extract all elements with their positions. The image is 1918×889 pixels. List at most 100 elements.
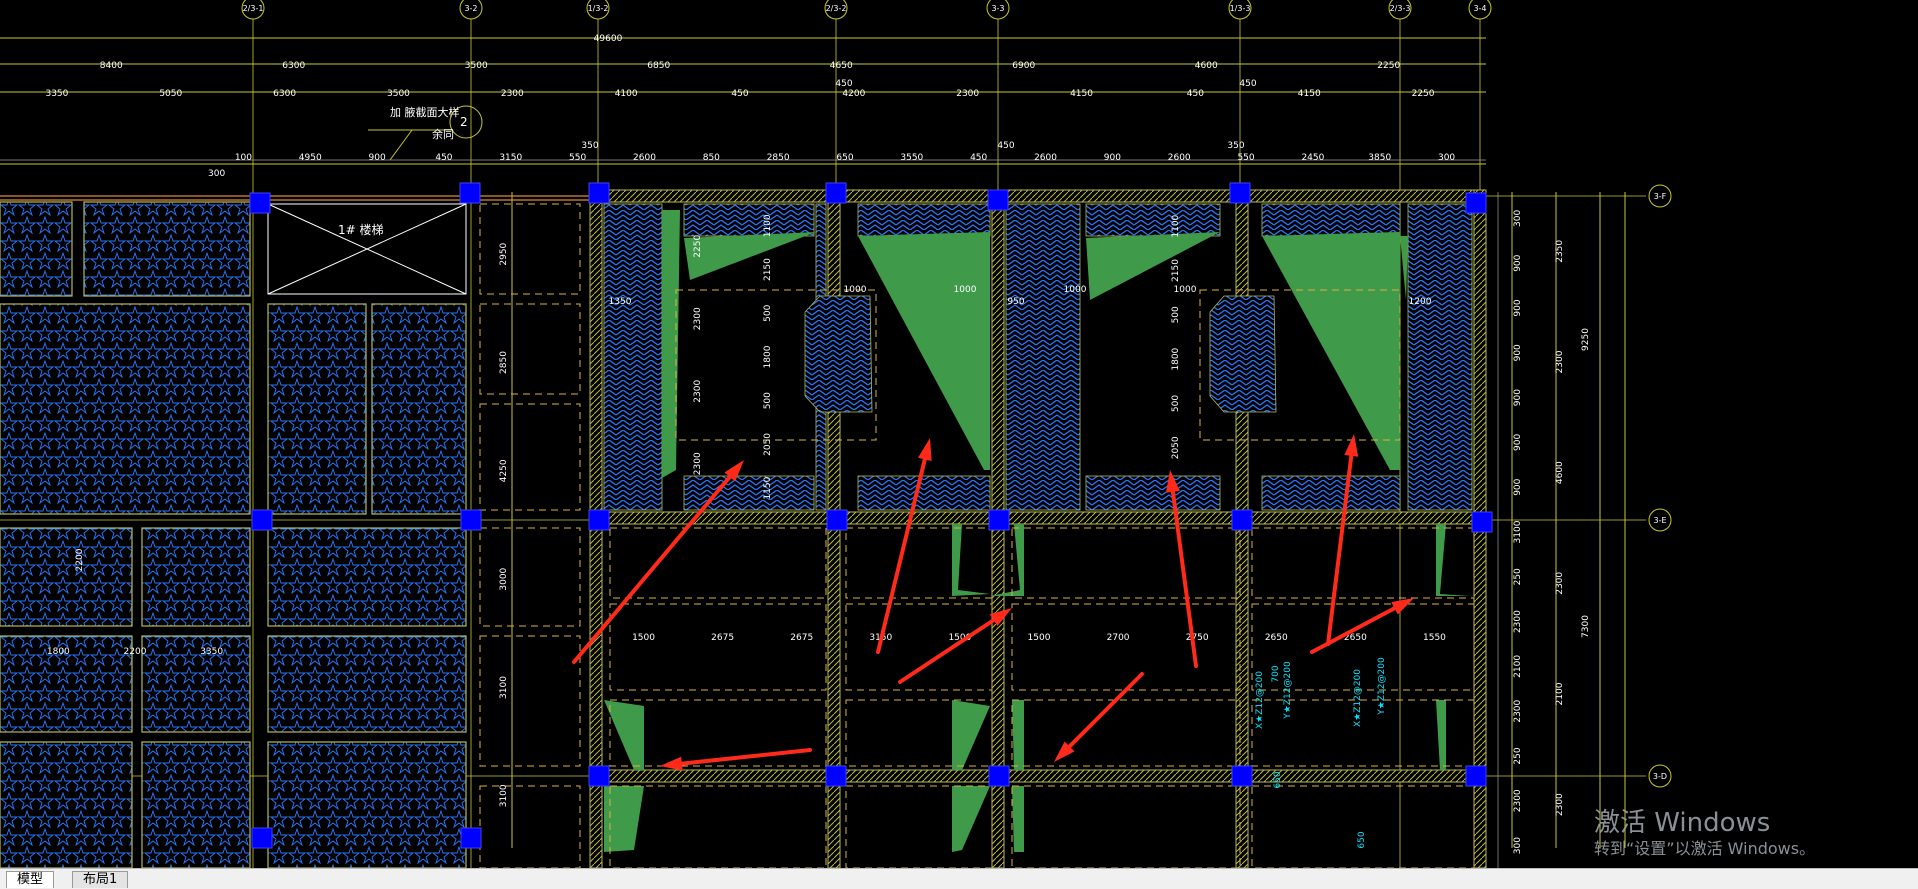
dimension-row-2: 3500 [387,89,410,99]
right-dimension-col-1: 900 [1513,478,1523,495]
axis-label-top: 3-2 [464,4,477,13]
column [1231,509,1253,531]
dimension-row-3: 3850 [1368,153,1391,163]
dimension-row-1: 4600 [1195,61,1218,71]
inner-vertical-dimension: 2150 [763,258,773,281]
stair-label: 1# 楼梯 [338,222,384,237]
left-vertical-dimension: 3000 [499,567,509,590]
tab-layout-1[interactable]: 布局1 [72,871,129,888]
column [588,509,610,531]
inner-vertical-dimension: 1800 [763,345,773,368]
cad-drawing-canvas[interactable]: 2/3-1 3-2 1/3-2 2/3-2 3-3 1/3-3 2/3-3 3-4 3-F 3-E… [0,0,1918,869]
pit-pair-dimension: 1000 [954,285,977,295]
bottom-row-dimension: 2675 [790,633,813,643]
left-vertical-dimension: 2850 [499,351,509,374]
inner-vertical-dimension: 2050 [763,433,773,456]
left-vertical-dimension: 2950 [499,242,509,265]
layout-tab-bar: 模型 布局1 [0,868,1918,889]
pit-pair-dimension: 1000 [1064,285,1087,295]
dimension-row-2-top: 450 [835,79,852,89]
inner-vertical-dimension: 1100 [763,214,773,237]
dimension-row-3: 550 [1237,153,1254,163]
bottom-row-dimension: 1550 [1423,633,1446,643]
dimension-row-3: 4950 [299,153,322,163]
column [988,765,1010,787]
red-annotation-arrow [1310,606,1397,654]
dimension-row-3-top: 450 [997,141,1014,151]
dimension-row-3: 2850 [767,153,790,163]
dimension-row-3-top: 350 [1227,141,1244,151]
rebar-annotation: Y★Z12@200 [1377,657,1387,716]
inner-vertical-dimension-2: 2050 [1171,436,1181,459]
axis-label-top: 3-4 [1473,4,1486,13]
windows-activation-watermark: 激活 Windows 转到“设置”以激活 Windows。 [1594,808,1815,860]
column [459,182,481,204]
dimension-row-2: 2300 [501,89,524,99]
column [588,765,610,787]
watermark-title: 激活 Windows [1594,808,1771,838]
dimension-row-1: 6900 [1012,61,1035,71]
right-dimension-col-1: 2100 [1513,655,1523,678]
axis-label-top: 1/3-3 [1230,4,1251,13]
rebar-annotation: 650 [1357,831,1367,848]
column [588,182,610,204]
left-vertical-dimension: 4250 [499,459,509,482]
red-annotation-arrow [898,618,996,684]
pit-left-dimension: 2250 [693,235,703,258]
inner-vertical-dimension: 500 [763,304,773,321]
pit-pair-dimension: 1000 [1174,285,1197,295]
inner-vertical-dimension-2: 1800 [1171,347,1181,370]
dimension-row-3: 450 [435,153,452,163]
dimension-row-3: 3150 [499,153,522,163]
dimension-row-2: 450 [731,89,748,99]
right-dimension-col-1: 900 [1513,299,1523,316]
tab-model[interactable]: 模型 [6,871,55,888]
dimension-row-1: 6300 [282,61,305,71]
dimension-row-2: 3350 [45,89,68,99]
column [825,182,847,204]
rebar-annotation: X★Z12@200 [1353,669,1363,727]
red-annotation-arrow [1067,672,1144,749]
watermark-subtitle: 转到“设置”以激活 Windows。 [1594,839,1816,858]
column [987,189,1009,211]
left-bottom-row-dimension: 2200 [124,647,147,657]
dimension-row-1: 6850 [647,61,670,71]
right-dimension-col-2: 2100 [1555,682,1565,705]
dimension-row-2: 4200 [842,89,865,99]
bottom-row-dimension: 2675 [711,633,734,643]
dimension-row-2-top: 450 [1239,79,1256,89]
column [1229,182,1251,204]
rebar-annotation: 700 [1271,665,1281,682]
column [251,509,273,531]
right-dimension-col-1: 900 [1513,254,1523,271]
dimension-row-3: 100 [235,153,252,163]
right-dimension-col-3: 9250 [1581,328,1591,351]
right-dimension-col-2: 2300 [1555,572,1565,595]
bottom-row-dimension: 2750 [1186,633,1209,643]
left-slab-panels [0,201,467,869]
dimension-row-3: 650 [836,153,853,163]
right-dimension-col-1: 300 [1513,837,1523,854]
dimension-row-2: 4100 [615,89,638,99]
right-dimension-col-1: 250 [1513,568,1523,585]
dimension-row-3: 2600 [1034,153,1057,163]
red-arrow-head [1344,434,1359,457]
small-dim-300: 300 [208,169,225,179]
dimension-row-3: 2600 [633,153,656,163]
side-label: 1200 [1409,297,1432,307]
inner-vertical-dimension: 500 [763,392,773,409]
structural-plan-drawing[interactable]: 2/3-1 3-2 1/3-2 2/3-2 3-3 1/3-3 2/3-3 3-4 3-F 3-E… [0,0,1918,869]
dimension-row-3: 2600 [1168,153,1191,163]
right-dimension-col-2: 2350 [1555,240,1565,263]
column [251,827,273,849]
right-dimension-col-1: 2300 [1513,789,1523,812]
axis-label-right: 3-E [1653,516,1666,525]
bottom-row-dimension: 1500 [1028,633,1051,643]
right-dimension-col-1: 2300 [1513,610,1523,633]
dimension-row-3-top: 350 [581,141,598,151]
dimension-row-3: 3550 [900,153,923,163]
pit-left-dimension: 2300 [693,307,703,330]
axis-label-top: 2/3-2 [826,4,847,13]
column [1465,765,1487,787]
dimension-row-3: 900 [369,153,386,163]
